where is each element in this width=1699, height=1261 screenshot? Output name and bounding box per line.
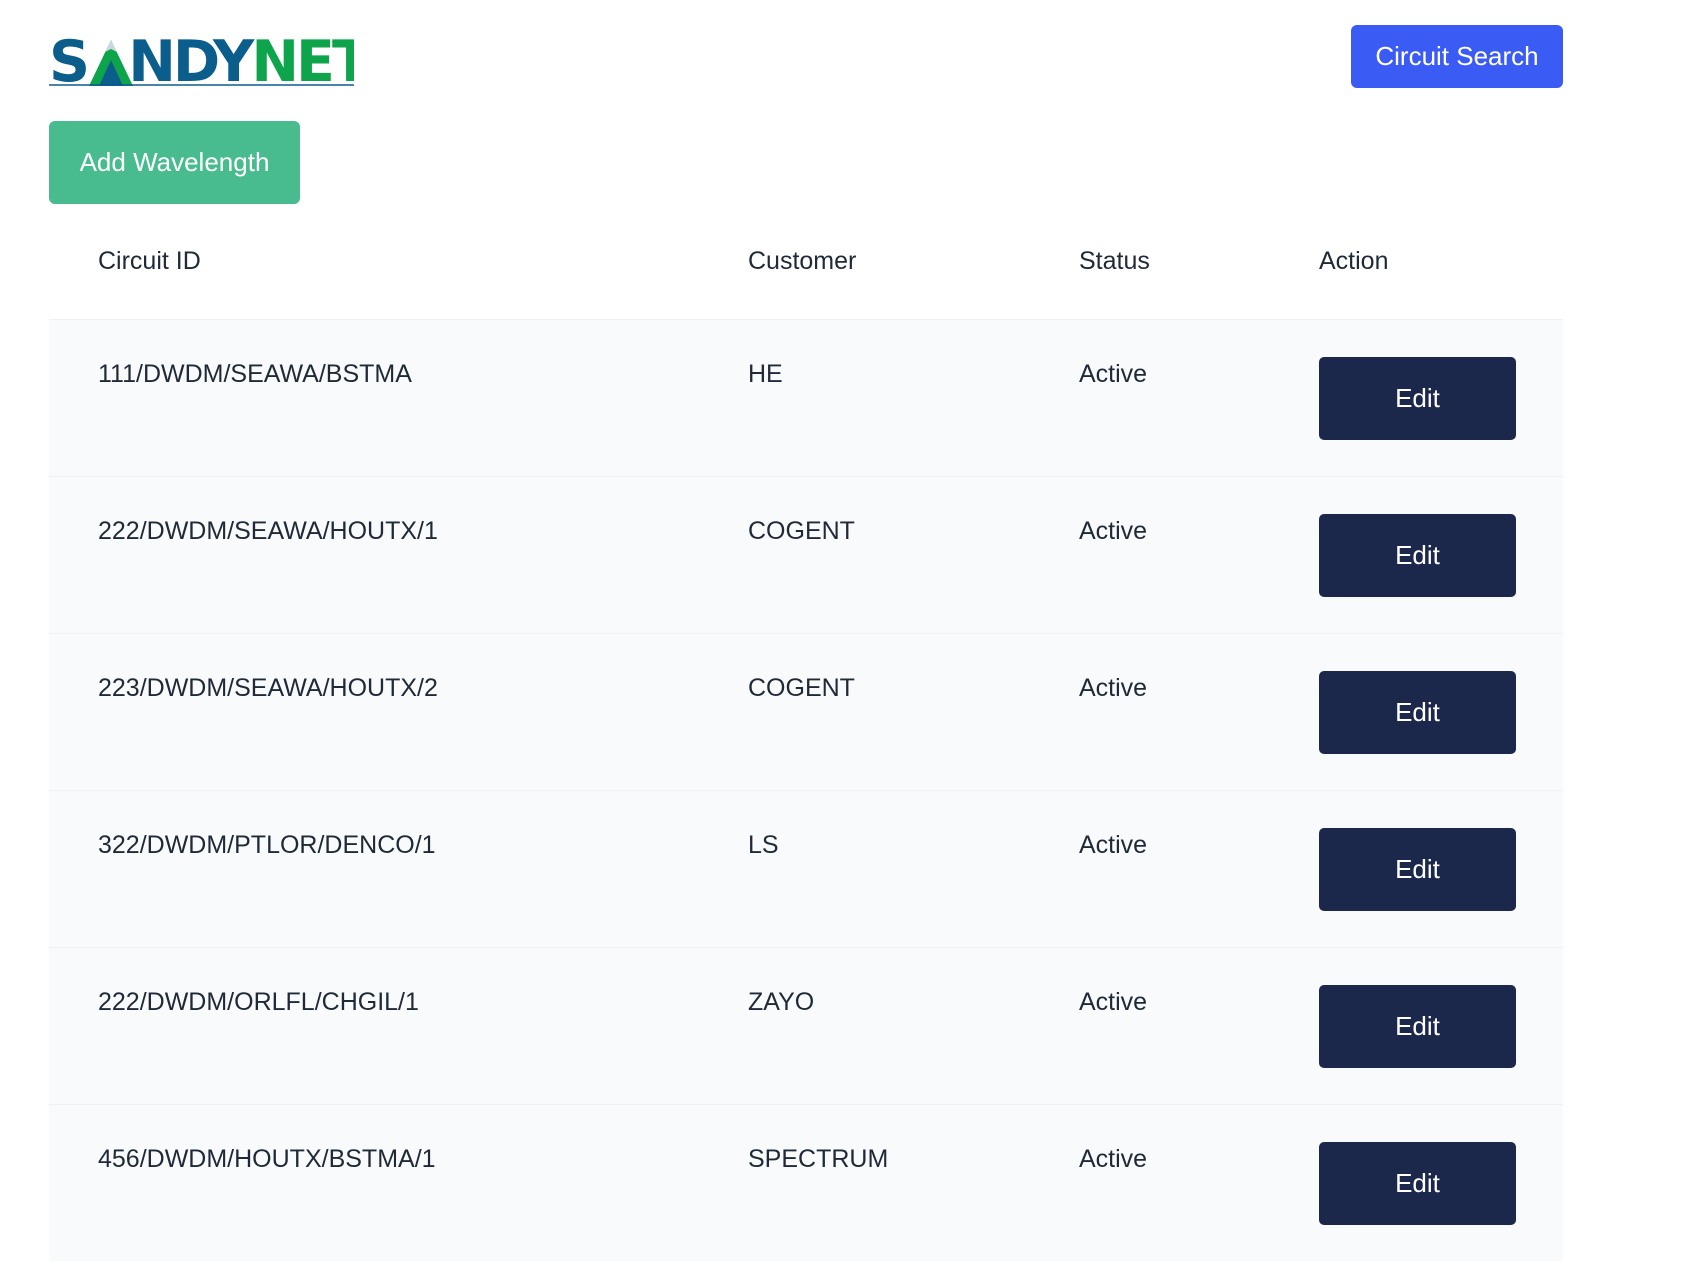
customer-cell: COGENT (748, 674, 855, 702)
circuit-id-cell: 456/DWDM/HOUTX/BSTMA/1 (98, 1145, 436, 1173)
circuit-id-cell: 111/DWDM/SEAWA/BSTMA (98, 360, 412, 388)
column-header-status: Status (1079, 247, 1150, 275)
table-row: 111/DWDM/SEAWA/BSTMA HE Active Edit (49, 319, 1563, 476)
customer-cell: HE (748, 360, 783, 388)
logo-text-ndy: NDY (128, 32, 255, 86)
edit-button[interactable]: Edit (1319, 514, 1516, 597)
status-cell: Active (1079, 674, 1148, 702)
table-row: 222/DWDM/SEAWA/HOUTX/1 COGENT Active Edi… (49, 476, 1563, 633)
sandynet-logo[interactable]: SANDYNET (49, 32, 354, 86)
table-header: Circuit ID Customer Status Action (49, 214, 1563, 319)
circuit-id-cell: 222/DWDM/ORLFL/CHGIL/1 (98, 988, 419, 1016)
edit-button[interactable]: Edit (1319, 357, 1516, 440)
circuit-id-cell: 322/DWDM/PTLOR/DENCO/1 (98, 831, 436, 859)
logo-text-a: A (87, 32, 131, 86)
status-cell: Active (1079, 831, 1148, 859)
status-cell: Active (1079, 517, 1148, 545)
circuits-table: Circuit ID Customer Status Action 111/DW… (49, 214, 1563, 1261)
status-cell: Active (1079, 360, 1148, 388)
customer-cell: COGENT (748, 517, 855, 545)
customer-cell: SPECTRUM (748, 1145, 889, 1173)
column-header-customer: Customer (748, 247, 857, 275)
table-row: 322/DWDM/PTLOR/DENCO/1 LS Active Edit (49, 790, 1563, 947)
customer-cell: LS (748, 831, 779, 859)
status-cell: Active (1079, 1145, 1148, 1173)
page: SANDYNET Circuit Search Add Wavelength C… (0, 0, 1699, 1261)
edit-button[interactable]: Edit (1319, 1142, 1516, 1225)
column-header-action: Action (1319, 247, 1389, 275)
logo-text: SANDYNET (49, 32, 354, 86)
circuit-search-button[interactable]: Circuit Search (1351, 25, 1563, 88)
circuit-id-cell: 223/DWDM/SEAWA/HOUTX/2 (98, 674, 438, 702)
table-row: 456/DWDM/HOUTX/BSTMA/1 SPECTRUM Active E… (49, 1104, 1563, 1261)
table-row: 222/DWDM/ORLFL/CHGIL/1 ZAYO Active Edit (49, 947, 1563, 1104)
edit-button[interactable]: Edit (1319, 671, 1516, 754)
edit-button[interactable]: Edit (1319, 985, 1516, 1068)
circuit-id-cell: 222/DWDM/SEAWA/HOUTX/1 (98, 517, 438, 545)
logo-text-s: S (49, 32, 87, 86)
logo-text-net: NET (251, 32, 354, 86)
table-row: 223/DWDM/SEAWA/HOUTX/2 COGENT Active Edi… (49, 633, 1563, 790)
customer-cell: ZAYO (748, 988, 815, 1016)
edit-button[interactable]: Edit (1319, 828, 1516, 911)
status-cell: Active (1079, 988, 1148, 1016)
column-header-circuit-id: Circuit ID (98, 247, 201, 275)
add-wavelength-button[interactable]: Add Wavelength (49, 121, 300, 204)
